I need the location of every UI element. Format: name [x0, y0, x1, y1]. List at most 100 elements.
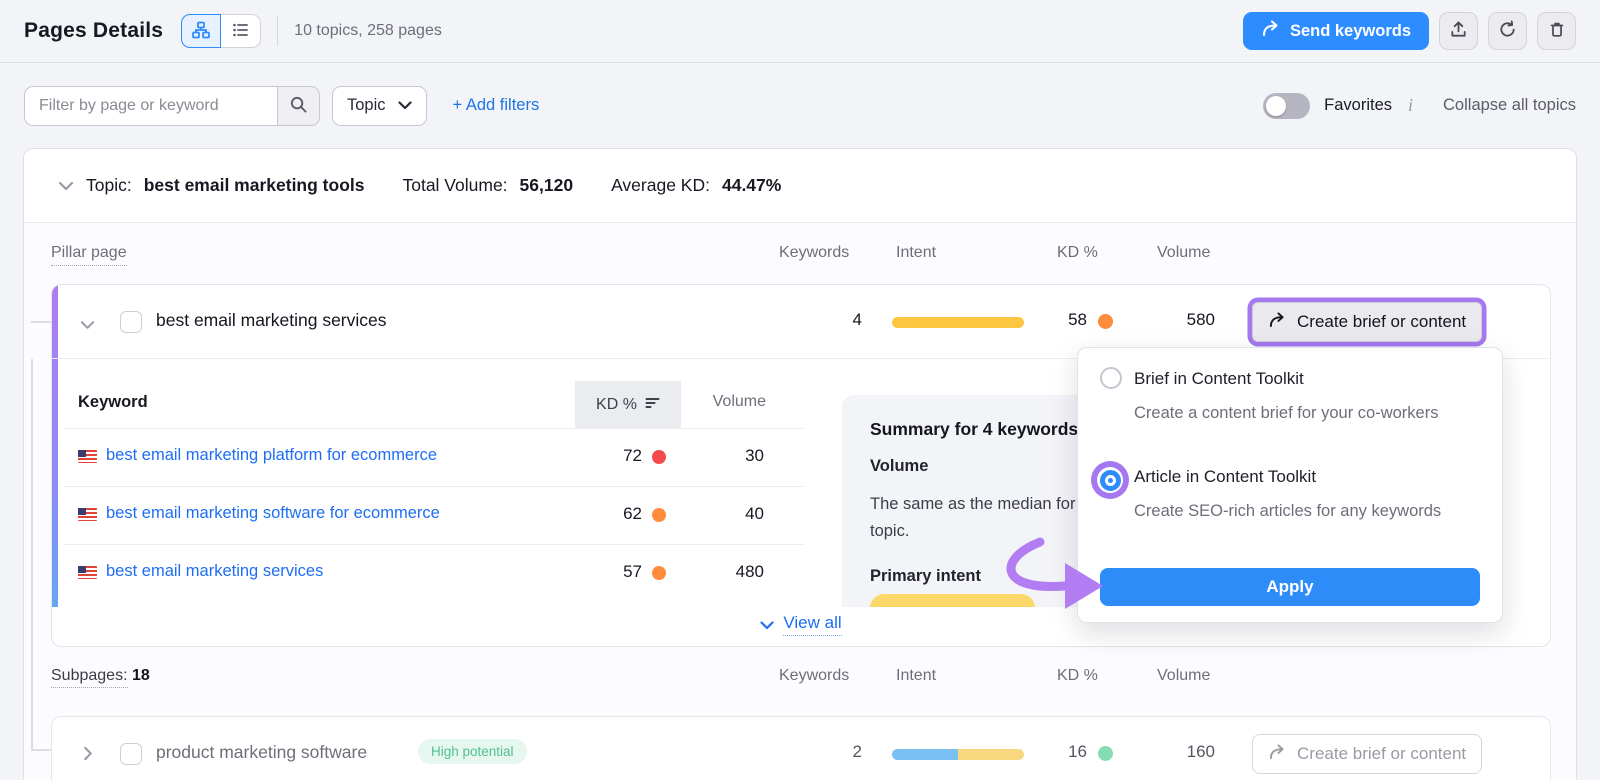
article-radio-button[interactable] [1097, 467, 1123, 493]
brief-option-description: Create a content brief for your co-worke… [1134, 400, 1446, 426]
tree-view-button[interactable] [181, 14, 221, 48]
keyword-row: best email marketing software for ecomme… [64, 486, 804, 544]
chevron-down-icon [398, 96, 412, 115]
total-volume-value: 56,120 [520, 175, 574, 196]
us-flag-icon [78, 566, 97, 579]
intent-column: Intent [896, 244, 936, 262]
collapse-all-topics-link[interactable]: Collapse all topics [1443, 96, 1576, 115]
create-content-popup: Brief in Content Toolkit Create a conten… [1077, 347, 1503, 623]
kd-value: 16 [987, 742, 1087, 762]
high-potential-badge: High potential [418, 739, 527, 764]
chevron-down-icon[interactable] [58, 175, 74, 196]
export-icon [1449, 20, 1468, 42]
us-flag-icon [78, 508, 97, 521]
kd-value: 72 [562, 446, 642, 466]
article-option-description: Create SEO-rich articles for any keyword… [1134, 498, 1446, 524]
article-option-label[interactable]: Article in Content Toolkit [1134, 467, 1316, 487]
kd-value: 57 [562, 562, 642, 582]
tree-connector-stub [31, 321, 52, 323]
list-view-button[interactable] [221, 14, 261, 48]
intent-column: Intent [896, 667, 936, 685]
kd-dot [1098, 746, 1113, 761]
send-keywords-button[interactable]: Send keywords [1243, 12, 1429, 50]
info-icon[interactable]: i [1406, 95, 1415, 116]
pillar-page-title[interactable]: best email marketing services [156, 310, 387, 331]
row-checkbox[interactable] [120, 743, 142, 765]
total-volume-label: Total Volume: [402, 175, 507, 196]
trash-icon [1548, 20, 1566, 42]
sitemap-icon [191, 20, 211, 43]
view-mode-segmented-control [181, 14, 261, 48]
keywords-column: Keywords [779, 244, 849, 262]
create-brief-or-content-button[interactable]: Create brief or content [1252, 302, 1482, 342]
row-checkbox[interactable] [120, 311, 142, 333]
apply-button[interactable]: Apply [1100, 568, 1480, 606]
average-kd-label: Average KD: [611, 175, 710, 196]
keyword-row: best email marketing services 57 480 [64, 544, 804, 602]
keyword-row: best email marketing platform for ecomme… [64, 428, 804, 486]
keyword-link[interactable]: best email marketing software for ecomme… [106, 504, 440, 523]
keywords-column: Keywords [779, 667, 849, 685]
filter-bar: Topic + Add filters Favorites i Collapse… [0, 63, 1600, 148]
add-filters-link[interactable]: + Add filters [453, 96, 540, 115]
subpage-title[interactable]: product marketing software [156, 742, 367, 763]
volume-value: 30 [684, 446, 764, 466]
delete-button[interactable] [1537, 12, 1576, 50]
summary-volume-label: Volume [870, 457, 928, 476]
volume-column: Volume [702, 393, 766, 411]
subpage-row: product marketing software High potentia… [52, 717, 1550, 780]
subpages-label[interactable]: Subpages: [51, 667, 128, 688]
us-flag-icon [78, 450, 97, 463]
send-arrow-icon [1268, 744, 1286, 765]
chevron-down-icon [760, 615, 774, 635]
keyword-link[interactable]: best email marketing platform for ecomme… [106, 446, 437, 465]
keyword-link[interactable]: best email marketing services [106, 562, 323, 581]
favorites-toggle[interactable] [1263, 93, 1310, 119]
topic-header-row[interactable]: Topic: best email marketing tools Total … [24, 149, 1576, 223]
summary-intent-label: Primary intent [870, 567, 981, 586]
topic-filter-dropdown[interactable]: Topic [332, 86, 427, 126]
chevron-down-icon[interactable] [80, 317, 95, 335]
kd-dot [652, 450, 666, 464]
send-arrow-icon [1261, 20, 1280, 42]
brief-option-label[interactable]: Brief in Content Toolkit [1134, 369, 1304, 389]
keywords-count: 4 [742, 310, 862, 330]
subpages-header: Subpages: 18 Keywords Intent KD % Volume [24, 655, 1576, 705]
kd-sort-header[interactable]: KD % [575, 381, 681, 428]
export-button[interactable] [1439, 12, 1478, 50]
topics-pages-count: 10 topics, 258 pages [294, 22, 442, 40]
list-icon [231, 20, 251, 43]
toggle-knob [1266, 96, 1286, 116]
top-bar: Pages Details [0, 0, 1600, 63]
search-input[interactable] [24, 86, 277, 126]
keyword-table: Keyword KD % Volume best email marketing… [64, 381, 804, 602]
volume-value: 580 [1115, 310, 1215, 330]
search-button[interactable] [277, 86, 320, 126]
volume-column: Volume [1157, 667, 1210, 685]
average-kd-value: 44.47% [722, 175, 781, 196]
keyword-column: Keyword [78, 393, 148, 412]
refresh-icon [1498, 20, 1517, 42]
intent-bar-segment [892, 749, 958, 760]
annotation-highlight-ring [1091, 461, 1129, 499]
divider [277, 16, 278, 46]
refresh-button[interactable] [1488, 12, 1527, 50]
kd-column: KD % [1057, 244, 1098, 262]
subpage-card: product marketing software High potentia… [51, 716, 1551, 780]
volume-column: Volume [1157, 244, 1210, 262]
tree-connector-stub [31, 749, 52, 751]
volume-value: 160 [1115, 742, 1215, 762]
topic-name: best email marketing tools [144, 175, 365, 196]
pages-details-screen: Pages Details [0, 0, 1600, 780]
pillar-page-column[interactable]: Pillar page [51, 244, 127, 266]
kd-dot [652, 566, 666, 580]
kd-value: 62 [562, 504, 642, 524]
chevron-right-icon[interactable] [83, 746, 93, 766]
send-arrow-icon [1268, 312, 1286, 333]
brief-radio-button[interactable] [1100, 367, 1122, 389]
kd-dot [652, 508, 666, 522]
view-all-link[interactable]: View all [760, 613, 841, 636]
volume-value: 40 [684, 504, 764, 524]
create-brief-or-content-button[interactable]: Create brief or content [1252, 734, 1482, 774]
topic-label: Topic: [86, 175, 132, 196]
